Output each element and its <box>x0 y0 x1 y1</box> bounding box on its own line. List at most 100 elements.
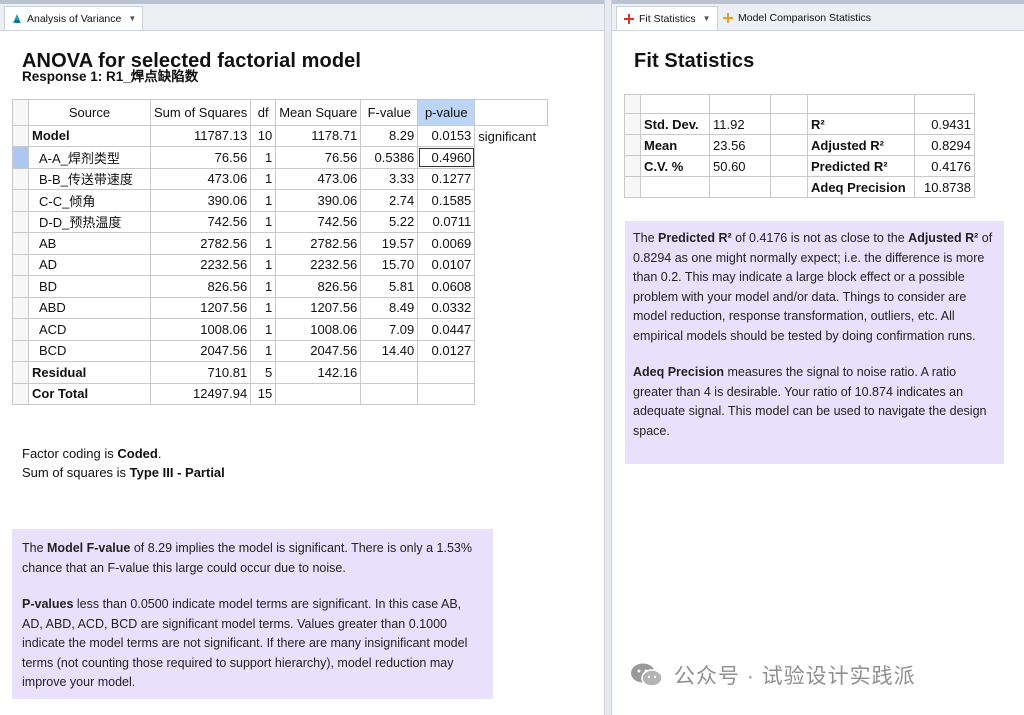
spacer-cell[interactable] <box>770 134 808 156</box>
significance-note[interactable]: significant <box>475 125 548 147</box>
significance-note[interactable] <box>475 319 548 341</box>
row-gutter[interactable] <box>624 155 641 177</box>
mean-square-cell[interactable] <box>275 382 362 405</box>
sum-of-squares-cell[interactable]: 12497.94 <box>149 382 252 405</box>
source-cell[interactable]: Residual <box>28 361 151 384</box>
df-cell[interactable]: 1 <box>250 296 277 319</box>
spacer-cell[interactable] <box>770 155 808 177</box>
df-cell[interactable]: 1 <box>250 339 277 362</box>
stat-label-cell[interactable]: Predicted R² <box>807 155 915 177</box>
df-cell[interactable]: 1 <box>250 318 277 341</box>
row-gutter[interactable] <box>12 124 29 147</box>
table-row[interactable]: C.V. % 50.60 Predicted R² 0.4176 <box>624 155 975 177</box>
row-gutter[interactable] <box>12 146 29 169</box>
stat-label-cell[interactable]: C.V. % <box>640 155 710 177</box>
f-value-cell[interactable]: 8.49 <box>360 296 419 319</box>
chevron-down-icon[interactable]: ▼ <box>703 14 711 23</box>
row-gutter[interactable] <box>12 382 29 405</box>
p-value-cell[interactable]: 0.0107 <box>417 253 476 276</box>
df-cell[interactable]: 1 <box>250 189 277 212</box>
f-value-cell[interactable]: 7.09 <box>360 318 419 341</box>
table-row[interactable]: D-D_预热温度 742.56 1 742.56 5.22 0.0711 <box>12 210 548 233</box>
f-value-cell[interactable]: 5.22 <box>360 210 419 233</box>
table-row[interactable]: Mean 23.56 Adjusted R² 0.8294 <box>624 134 975 156</box>
stat-label-cell[interactable] <box>640 176 710 198</box>
table-row[interactable]: C-C_倾角 390.06 1 390.06 2.74 0.1585 <box>12 189 548 212</box>
df-cell[interactable]: 5 <box>250 361 277 384</box>
p-value-cell[interactable]: 0.0608 <box>417 275 476 298</box>
table-row[interactable]: Model 11787.13 10 1178.71 8.29 0.0153 signific… <box>12 124 548 147</box>
significance-note[interactable] <box>475 362 548 384</box>
p-value-cell[interactable]: 0.0127 <box>417 339 476 362</box>
table-row[interactable]: ABD 1207.56 1 1207.56 8.49 0.0332 <box>12 296 548 319</box>
mean-square-cell[interactable]: 2047.56 <box>275 339 362 362</box>
stat-value-cell[interactable]: 10.8738 <box>914 176 975 198</box>
sum-of-squares-cell[interactable]: 473.06 <box>149 167 252 190</box>
mean-square-cell[interactable]: 2782.56 <box>275 232 362 255</box>
table-row[interactable]: B-B_传送带速度 473.06 1 473.06 3.33 0.1277 <box>12 167 548 190</box>
df-cell[interactable]: 10 <box>250 124 277 147</box>
sum-of-squares-cell[interactable]: 390.06 <box>149 189 252 212</box>
significance-note[interactable] <box>475 211 548 233</box>
spacer-cell[interactable] <box>770 176 808 198</box>
tab-fit-statistics[interactable]: Fit Statistics ▼ <box>616 6 718 30</box>
source-cell[interactable]: Model <box>28 124 151 147</box>
p-value-cell[interactable]: 0.0332 <box>417 296 476 319</box>
row-gutter[interactable] <box>12 296 29 319</box>
df-cell[interactable]: 1 <box>250 146 277 169</box>
significance-note[interactable] <box>475 168 548 190</box>
sum-of-squares-cell[interactable]: 1207.56 <box>149 296 252 319</box>
stat-label-cell[interactable]: R² <box>807 113 915 135</box>
source-cell[interactable]: BD <box>28 275 151 298</box>
table-row[interactable]: BD 826.56 1 826.56 5.81 0.0608 <box>12 275 548 298</box>
row-gutter[interactable] <box>12 167 29 190</box>
f-value-cell[interactable]: 19.57 <box>360 232 419 255</box>
sum-of-squares-cell[interactable]: 2782.56 <box>149 232 252 255</box>
row-gutter[interactable] <box>624 176 641 198</box>
sum-of-squares-cell[interactable]: 2047.56 <box>149 339 252 362</box>
mean-square-cell[interactable]: 76.56 <box>275 146 362 169</box>
row-gutter[interactable] <box>12 189 29 212</box>
f-value-cell[interactable] <box>360 361 419 384</box>
source-cell[interactable]: Cor Total <box>28 382 151 405</box>
tab-analysis-of-variance[interactable]: Analysis of Variance ▼ <box>4 6 144 30</box>
mean-square-cell[interactable]: 2232.56 <box>275 253 362 276</box>
stat-value-cell[interactable] <box>709 176 771 198</box>
stat-value-cell[interactable]: 0.4176 <box>914 155 975 177</box>
sum-of-squares-cell[interactable]: 2232.56 <box>149 253 252 276</box>
significance-note[interactable] <box>475 340 548 362</box>
stat-label-cell[interactable]: Std. Dev. <box>640 113 710 135</box>
p-value-cell[interactable]: 0.1585 <box>417 189 476 212</box>
header-df[interactable]: df <box>250 99 277 126</box>
f-value-cell[interactable]: 0.5386 <box>360 146 419 169</box>
source-cell[interactable]: AB <box>28 232 151 255</box>
p-value-cell[interactable]: 0.0447 <box>417 318 476 341</box>
source-cell[interactable]: A-A_焊剂类型 <box>28 146 151 169</box>
stat-value-cell[interactable]: 0.8294 <box>914 134 975 156</box>
mean-square-cell[interactable]: 142.16 <box>275 361 362 384</box>
significance-note[interactable] <box>475 383 548 405</box>
source-cell[interactable]: ACD <box>28 318 151 341</box>
p-value-cell[interactable]: 0.0069 <box>417 232 476 255</box>
stat-label-cell[interactable]: Adjusted R² <box>807 134 915 156</box>
df-cell[interactable]: 1 <box>250 210 277 233</box>
sum-of-squares-cell[interactable]: 11787.13 <box>149 124 252 147</box>
f-value-cell[interactable]: 2.74 <box>360 189 419 212</box>
table-row[interactable]: Adeq Precision 10.8738 <box>624 176 975 198</box>
source-cell[interactable]: AD <box>28 253 151 276</box>
mean-square-cell[interactable]: 826.56 <box>275 275 362 298</box>
mean-square-cell[interactable]: 1178.71 <box>275 124 362 147</box>
p-value-cell[interactable]: 0.0153 <box>417 124 476 147</box>
sum-of-squares-cell[interactable]: 710.81 <box>149 361 252 384</box>
row-gutter[interactable] <box>12 339 29 362</box>
table-row[interactable]: AB 2782.56 1 2782.56 19.57 0.0069 <box>12 232 548 255</box>
significance-note[interactable] <box>475 254 548 276</box>
header-source[interactable]: Source <box>28 99 151 126</box>
row-gutter[interactable] <box>12 361 29 384</box>
df-cell[interactable]: 1 <box>250 253 277 276</box>
df-cell[interactable]: 1 <box>250 275 277 298</box>
f-value-cell[interactable]: 8.29 <box>360 124 419 147</box>
source-cell[interactable]: B-B_传送带速度 <box>28 167 151 190</box>
significance-note[interactable] <box>475 147 548 169</box>
pane-splitter[interactable] <box>604 0 612 715</box>
